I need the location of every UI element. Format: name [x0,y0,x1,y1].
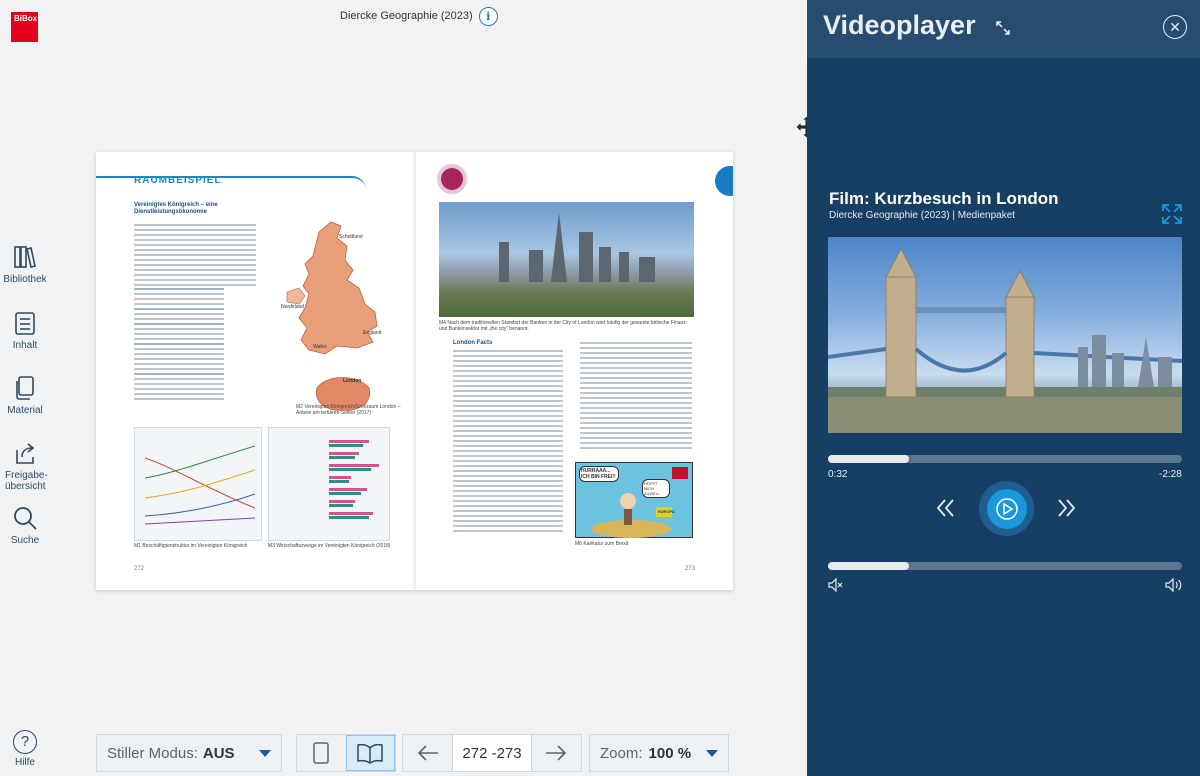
page-range-input[interactable]: 272 -273 [452,735,532,771]
volume-max-icon[interactable] [1165,578,1183,592]
facts-text-right [580,342,692,452]
silent-mode-select[interactable]: Stiller Modus: AUS [96,734,282,772]
chevron-down-icon [706,749,718,757]
chevron-down-icon [259,749,271,757]
map-label: Wales [313,344,327,350]
facts-heading: London Facts [453,340,493,346]
video-player-panel: Videoplayer ✕ Film: Kurzbesuch in London… [807,0,1200,776]
zoom-label: Zoom: [600,744,643,762]
next-page-button[interactable] [532,735,581,771]
task-list [134,288,224,403]
volume-slider[interactable] [828,562,1182,570]
double-page-view-button[interactable] [345,735,395,771]
page-left: RAUMBEISPIEL Vereinigtes Königreich – ei… [96,152,414,590]
film-subtitle: Diercke Geographie (2023) | Medienpaket [829,210,1016,221]
single-page-icon [313,742,330,764]
sidebar-item-label: Inhalt [12,340,38,351]
expand-panel-icon[interactable] [995,20,1011,36]
share-icon [16,443,35,464]
map-caption: M2 Vereinigtes Königreich/Großraum Londo… [296,404,401,416]
cartoon-bubble: HOFFT NICH ZUVIEL! [642,479,670,498]
cartoon-caption: M6 Karikatur zum Brexit [575,541,629,547]
sector-bar-chart [268,427,390,541]
info-icon[interactable]: i [478,6,498,26]
previous-page-button[interactable] [403,735,452,771]
panel-title: Videoplayer [823,10,976,40]
book-title-bar: Diercke Geographie (2023) i [340,6,498,26]
page-navigator: 272 -273 [402,734,582,772]
sidebar-item-freigabe[interactable]: Freigabe-übersicht [0,440,50,492]
photo-caption: M4 Nach dem traditionellen Standort der … [439,320,688,332]
fast-forward-icon[interactable] [1055,494,1077,522]
fullscreen-icon[interactable] [1161,203,1183,225]
chart-caption: M3 Wirtschaftszweige im Vereinigten Köni… [268,543,391,549]
zoom-select[interactable]: Zoom: 100 % [589,734,729,772]
library-icon [14,246,36,268]
volume-fill [828,562,910,570]
film-title: Film: Kurzbesuch in London [829,189,1059,208]
bookmark-tab[interactable] [715,166,733,196]
page-number-right: 273 [685,566,696,572]
arrow-right-icon [546,745,567,761]
sidebar-item-suche[interactable]: Suche [0,505,50,546]
section-heading: Vereinigtes Königreich – eine Dienstleis… [134,202,218,215]
page-number-left: 272 [134,566,145,572]
rewind-icon[interactable] [935,494,957,522]
material-icon [16,376,34,400]
sidebar-item-label: Bibliothek [3,274,47,285]
cartoon-sign: EUROPA [658,509,675,514]
open-book-icon [357,743,384,764]
media-marker-icon[interactable] [437,164,467,194]
help-icon: ? [13,730,37,754]
cartoon-bubble: HURRAAA... ICH BIN FREI!! [579,466,619,482]
silent-mode-label: Stiller Modus: [107,744,198,762]
sidebar-item-inhalt[interactable]: Inhalt [0,310,50,351]
sidebar-item-label: Freigabe-übersicht [5,470,48,492]
help-button[interactable]: ? Hilfe [0,730,50,768]
contents-icon [15,312,35,335]
map-label: London [343,378,361,384]
sidebar-item-material[interactable]: Material [0,375,50,416]
facts-text-left [453,350,563,535]
sidebar-item-bibliothek[interactable]: Bibliothek [0,244,50,285]
page-banner: RAUMBEISPIEL [134,175,222,186]
chart-caption: M1 Beschäftigtenstruktur im Vereinigten … [134,543,248,549]
map-label: Nordirland [281,304,304,310]
video-player-header: Videoplayer ✕ [807,0,1200,58]
employment-chart [134,427,262,541]
silent-mode-value: AUS [202,744,235,762]
body-text [134,224,256,289]
uk-map: Schottland Nordirland England Wales Lond… [281,221,382,411]
bibox-logo[interactable]: BiBox [11,12,38,42]
view-toggle [296,734,396,772]
single-page-view-button[interactable] [297,735,346,771]
sidebar-item-label: Suche [10,535,40,546]
map-label: England [363,330,382,336]
map-label: Schottland [339,234,363,240]
video-frame[interactable] [828,237,1182,433]
mute-icon[interactable] [828,578,844,592]
time-remaining: -2:28 [1159,469,1182,480]
zoom-value: 100 % [648,744,692,762]
video-progress-fill [828,455,910,463]
play-icon [995,497,1018,520]
brexit-cartoon: HURRAAA... ICH BIN FREI!! HOFFT NICH ZUV… [575,462,693,538]
sidebar-item-label: Material [7,405,43,416]
sidebar: BiBox Bibliothek Inhalt Material Freigab… [0,0,50,776]
search-icon [14,507,37,530]
video-progress-bar[interactable] [828,455,1182,463]
arrow-left-icon [417,745,438,761]
book-title: Diercke Geographie (2023) [340,10,473,22]
help-label: Hilfe [14,757,35,768]
time-elapsed: 0:32 [828,469,848,480]
play-button[interactable] [979,481,1034,536]
close-icon[interactable]: ✕ [1163,15,1187,39]
london-city-photo [439,202,694,317]
book-spread: RAUMBEISPIEL Vereinigtes Königreich – ei… [96,152,733,590]
page-right: M4 Nach dem traditionellen Standort der … [415,152,733,590]
